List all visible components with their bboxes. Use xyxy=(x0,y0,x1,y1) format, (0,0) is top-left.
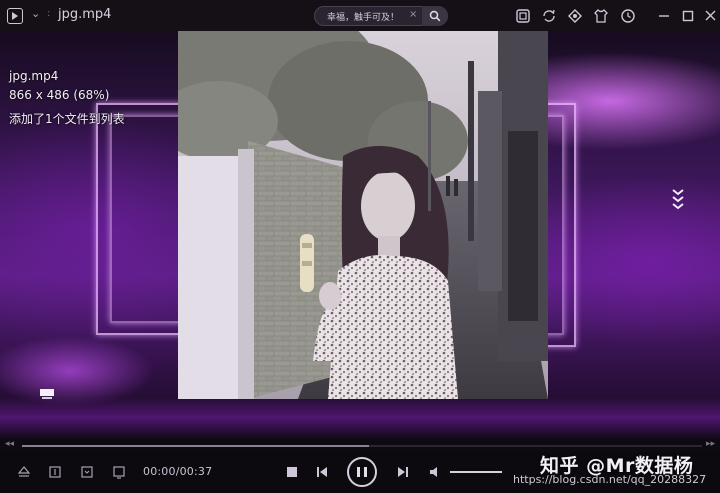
progress-bar[interactable] xyxy=(22,445,702,447)
video-stage[interactable]: jpg.mp4 866 x 486 (68%) 添加了1个文件到列表 xyxy=(0,31,720,439)
rewind-icon[interactable]: ◂◂ xyxy=(5,439,14,449)
overlay-filename: jpg.mp4 xyxy=(9,69,59,83)
minimize-icon[interactable] xyxy=(655,7,673,25)
screenshot-icon[interactable] xyxy=(514,7,532,25)
glow-band xyxy=(0,397,720,437)
pause-icon-bar xyxy=(364,467,367,477)
search-clear-icon[interactable]: × xyxy=(409,9,417,20)
app-logo-icon[interactable] xyxy=(7,8,23,24)
search-box[interactable]: 幸福，触手可及！ × xyxy=(314,6,448,26)
refresh-icon[interactable] xyxy=(540,7,558,25)
title-bar: ⌄ : jpg.mp4 幸福，触手可及！ × xyxy=(0,0,720,31)
pause-button[interactable] xyxy=(347,457,377,487)
skin-icon[interactable] xyxy=(566,7,584,25)
expand-playlist-chevrons-icon[interactable] xyxy=(671,188,685,214)
video-player-window: ⌄ : jpg.mp4 幸福，触手可及！ × jpg.mp4 866 x 486… xyxy=(0,0,720,493)
photo-illustration xyxy=(178,31,548,399)
overlay-resolution: 866 x 486 (68%) xyxy=(9,88,110,102)
volume-slider[interactable] xyxy=(450,471,502,473)
stop-icon[interactable] xyxy=(285,465,299,479)
video-frame-photo xyxy=(178,31,548,399)
channel-logo-icon xyxy=(40,386,54,399)
history-clock-icon[interactable] xyxy=(619,7,637,25)
search-button[interactable] xyxy=(422,6,448,26)
screen-capture-icon[interactable] xyxy=(112,465,126,479)
progress-fill xyxy=(22,445,369,447)
eject-icon[interactable] xyxy=(17,465,31,479)
previous-icon[interactable] xyxy=(315,465,329,479)
loop-icon[interactable] xyxy=(80,465,94,479)
time-display: 00:00/00:37 xyxy=(143,465,213,478)
overlay-status: 添加了1个文件到列表 xyxy=(9,112,125,126)
volume-fill xyxy=(450,471,502,473)
progress-strip: ◂◂ ▸▸ xyxy=(0,439,720,451)
forward-icon[interactable]: ▸▸ xyxy=(706,439,715,449)
search-icon xyxy=(429,10,441,22)
close-icon[interactable] xyxy=(702,7,720,25)
pause-icon xyxy=(357,467,360,477)
search-input[interactable]: 幸福，触手可及！ xyxy=(327,10,399,23)
main-menu-chevron-icon[interactable]: ⌄ xyxy=(31,7,40,20)
title-separator: : xyxy=(47,8,51,19)
open-file-icon[interactable] xyxy=(48,465,62,479)
next-icon[interactable] xyxy=(396,465,410,479)
maximize-icon[interactable] xyxy=(679,7,697,25)
watermark-url: https://blog.csdn.net/qq_20288327 xyxy=(513,473,707,486)
volume-icon[interactable] xyxy=(428,465,442,479)
window-title: jpg.mp4 xyxy=(58,7,112,22)
shirt-icon[interactable] xyxy=(592,7,610,25)
